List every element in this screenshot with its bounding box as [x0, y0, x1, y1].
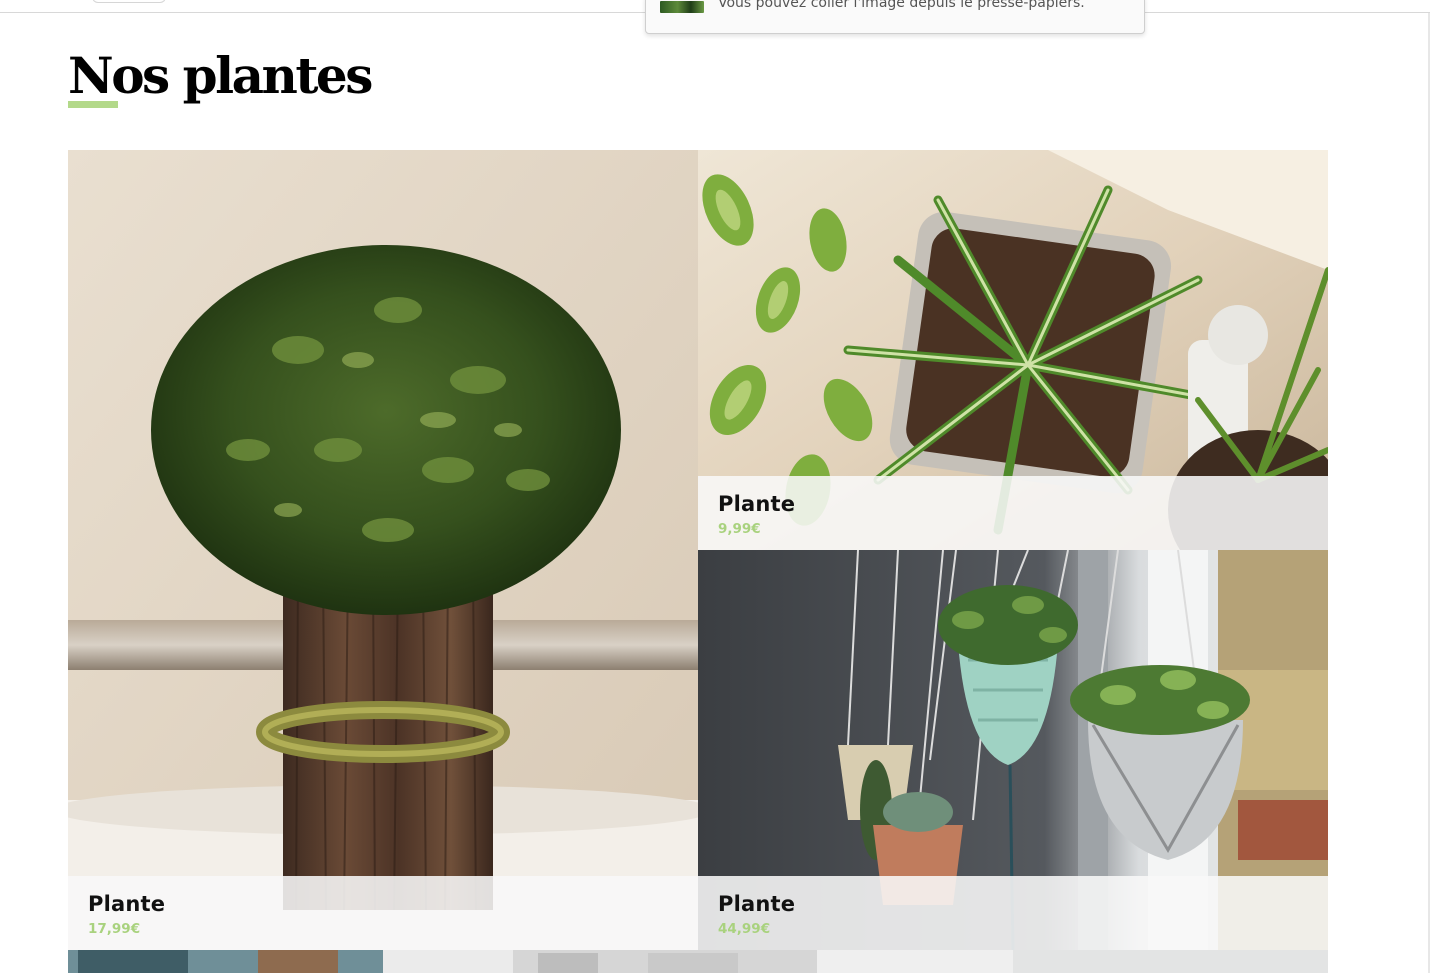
- product-card[interactable]: Plante 17,99€: [68, 150, 698, 950]
- product-caption: Plante 44,99€: [698, 876, 1328, 950]
- product-card[interactable]: Plante 9,99€: [698, 150, 1328, 550]
- product-price: 44,99€: [718, 921, 771, 937]
- product-price: 9,99€: [718, 521, 761, 537]
- product-caption: Plante 9,99€: [698, 476, 1328, 550]
- top-tab-handle[interactable]: [92, 0, 166, 3]
- notification-message: Vous pouvez coller l'image depuis le pre…: [718, 0, 1085, 11]
- boxwood-bundle-photo: [68, 150, 698, 950]
- product-price: 17,99€: [88, 921, 141, 937]
- product-name[interactable]: Plante: [718, 892, 795, 916]
- paste-notification[interactable]: Vous pouvez coller l'image depuis le pre…: [645, 0, 1145, 34]
- product-caption: Plante 17,99€: [68, 876, 698, 950]
- product-name[interactable]: Plante: [718, 492, 795, 516]
- next-row-cards: [68, 950, 1328, 973]
- product-name[interactable]: Plante: [88, 892, 165, 916]
- next-row-photos: [68, 950, 1328, 973]
- image-thumbnail-icon: [660, 1, 704, 13]
- title-underline: [68, 101, 118, 108]
- product-card[interactable]: Plante 44,99€: [698, 550, 1328, 950]
- page-title: Nos plantes: [68, 46, 373, 105]
